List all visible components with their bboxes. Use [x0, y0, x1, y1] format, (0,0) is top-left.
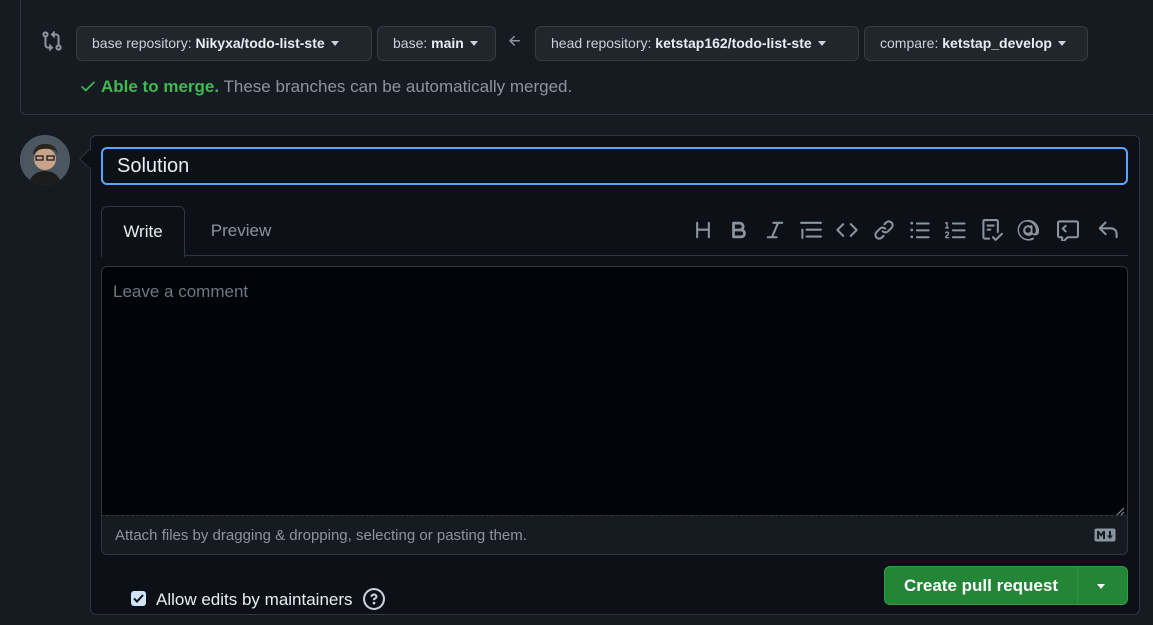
bold-icon[interactable] [728, 219, 750, 241]
base-branch-selector[interactable]: base: main [377, 26, 496, 61]
create-pull-request-button-group: Create pull request [884, 566, 1128, 605]
check-icon [79, 77, 97, 95]
tab-write[interactable]: Write [101, 206, 185, 257]
resize-handle-icon[interactable] [1115, 503, 1125, 516]
base-repository-value: Nikyxa/todo-list-ste [195, 35, 325, 51]
git-compare-icon [41, 30, 63, 52]
arrow-left-icon [507, 33, 523, 49]
base-repository-label: base repository: [92, 35, 192, 51]
reference-icon[interactable] [1057, 219, 1079, 243]
reply-icon[interactable] [1097, 219, 1119, 241]
italic-icon[interactable] [764, 219, 786, 241]
merge-detail-text: These branches can be automatically merg… [223, 77, 573, 96]
tab-preview[interactable]: Preview [196, 206, 286, 256]
create-pull-request-button[interactable]: Create pull request [885, 567, 1077, 604]
chevron-down-icon [1057, 41, 1066, 46]
compare-branch-label: compare: [880, 35, 939, 51]
base-branch-label: base: [393, 35, 428, 51]
quote-icon[interactable] [800, 219, 822, 241]
link-icon[interactable] [873, 219, 895, 241]
compare-branch-selector[interactable]: compare: ketstap_develop [864, 26, 1088, 61]
heading-icon[interactable] [692, 219, 714, 241]
compare-range-box: base repository: Nikyxa/todo-list-ste ba… [20, 0, 1153, 115]
base-repository-selector[interactable]: base repository: Nikyxa/todo-list-ste [76, 26, 372, 61]
compare-branch-value: ketstap_develop [942, 35, 1052, 51]
ordered-list-icon[interactable] [945, 219, 967, 241]
base-branch-value: main [431, 35, 464, 51]
chevron-down-icon [817, 41, 826, 46]
mention-icon[interactable] [1017, 219, 1040, 241]
comment-textarea[interactable] [101, 266, 1128, 516]
merge-status: Able to merge. These branches can be aut… [79, 77, 572, 97]
head-repository-selector[interactable]: head repository: ketstap162/todo-list-st… [535, 26, 859, 61]
chevron-down-icon [330, 41, 339, 46]
allow-edits-label: Allow edits by maintainers [156, 590, 353, 609]
chevron-down-icon [1097, 584, 1105, 589]
question-icon[interactable] [363, 588, 386, 610]
merge-ok-text: Able to merge. [101, 77, 220, 96]
allow-edits-row: Allow edits by maintainers [131, 588, 386, 610]
avatar[interactable] [20, 135, 70, 185]
allow-edits-checkbox[interactable] [131, 591, 146, 606]
task-list-icon[interactable] [981, 219, 1004, 241]
markdown-icon[interactable] [1094, 528, 1116, 542]
create-options-dropdown[interactable] [1078, 567, 1128, 604]
attach-files-bar[interactable]: Attach files by dragging & dropping, sel… [101, 515, 1128, 555]
head-repository-value: ketstap162/todo-list-ste [655, 35, 812, 51]
title-input[interactable] [101, 147, 1128, 185]
head-repository-label: head repository: [551, 35, 652, 51]
code-icon[interactable] [836, 219, 858, 241]
chevron-down-icon [469, 41, 478, 46]
unordered-list-icon[interactable] [909, 219, 931, 241]
